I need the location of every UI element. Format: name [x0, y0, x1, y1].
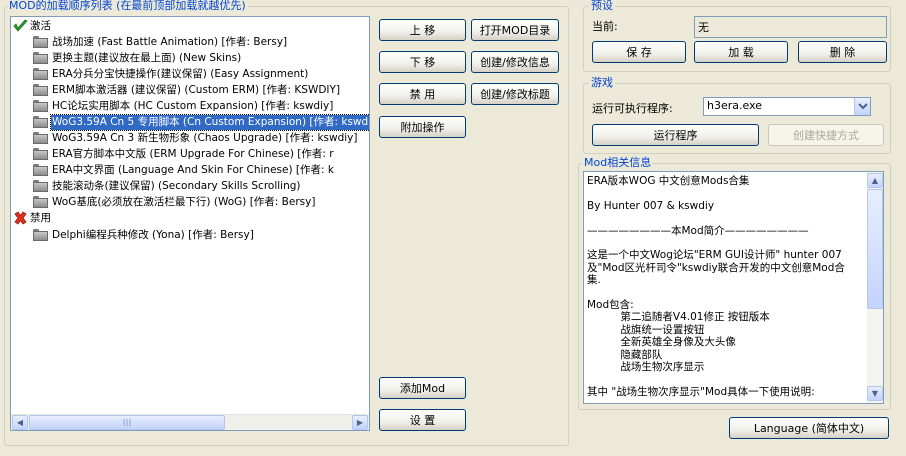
mod-info-line: 及"Mod区光杆司令"kswdiy联合开发的中文创意Mod合: [587, 261, 845, 274]
mod-item-label: ERA分兵分宝快捷操作(建议保留) (Easy Assignment): [52, 68, 309, 80]
mod-info-line: Mod包含:: [587, 299, 634, 311]
scroll-thumb[interactable]: [29, 415, 225, 430]
mod-info-line: [587, 187, 865, 199]
disable-button[interactable]: 禁 用: [379, 83, 466, 105]
mod-info-line: 战旗统一设置按钮: [587, 323, 705, 336]
language-button[interactable]: Language (简体中文): [729, 417, 889, 439]
mod-list-title: MOD的加载顺序列表 (在最前顶部加载就越优先): [7, 0, 248, 12]
create-shortcut-button: 创建快捷方式: [768, 124, 884, 146]
mod-info-title: Mod相关信息: [582, 156, 654, 169]
mod-item[interactable]: WoG基底(必须放在激活栏最下行) (WoG) [作者: Bersy]: [33, 195, 316, 210]
folder-icon: [33, 52, 48, 64]
tree-group-label: 禁用: [30, 212, 51, 224]
exe-label: 运行可执行程序:: [592, 102, 673, 115]
folder-icon: [33, 229, 48, 241]
folder-icon: [33, 36, 48, 48]
move-down-button[interactable]: 下 移: [379, 51, 466, 73]
mod-item[interactable]: WoG3.59A Cn 5 专用脚本 (Cn Custom Expansion)…: [33, 114, 369, 131]
game-title: 游戏: [589, 76, 615, 89]
horizontal-scrollbar[interactable]: ◀ ▶: [11, 414, 369, 430]
current-preset-field: 无: [694, 16, 887, 38]
exe-select[interactable]: h3era.exe: [703, 97, 871, 116]
folder-icon: [33, 132, 48, 144]
scroll-right-icon[interactable]: ▶: [352, 415, 368, 430]
settings-button[interactable]: 设 置: [379, 409, 466, 431]
mod-info-line: 第二追随者V4.01修正 按钮版本: [587, 311, 770, 324]
save-preset-button[interactable]: 保 存: [592, 41, 686, 63]
edit-info-button[interactable]: 创建/修改信息: [471, 51, 559, 73]
mod-item-label: 更换主题(建议放在最上面) (New Skins): [52, 52, 242, 64]
folder-icon: [33, 84, 48, 96]
mod-info-line: ————————本Mod简介————————: [587, 224, 809, 237]
mod-item[interactable]: Delphi编程兵种修改 (Yona) [作者: Bersy]: [33, 228, 255, 243]
mod-info-lines: ERA版本WOG 中文创意Mods合集 By Hunter 007 & kswdi…: [587, 175, 865, 398]
folder-icon: [33, 68, 48, 80]
mod-info-line: [587, 212, 865, 224]
mod-tree[interactable]: 激活 战场加速 (Fast Battle Animation) [作者: Ber…: [10, 16, 370, 431]
mod-item-label: ERM脚本激活器 (建议保留) (Custom ERM) [作者: KSWDIY…: [52, 84, 341, 96]
edit-title-button[interactable]: 创建/修改标题: [471, 83, 559, 105]
mod-item-label: 技能滚动条(建议保留) (Secondary Skills Scrolling): [52, 180, 301, 192]
mod-item-label: WoG3.59A Cn 5 专用脚本 (Cn Custom Expansion)…: [49, 114, 369, 131]
mod-item[interactable]: 战场加速 (Fast Battle Animation) [作者: Bersy]: [33, 35, 288, 50]
open-mod-dir-button[interactable]: 打开MOD目录: [471, 19, 559, 41]
mod-item[interactable]: HC论坛实用脚本 (HC Custom Expansion) [作者: kswd…: [33, 99, 334, 114]
mod-item-label: Delphi编程兵种修改 (Yona) [作者: Bersy]: [52, 229, 254, 241]
mod-info-line: [587, 373, 865, 385]
folder-icon: [33, 196, 48, 208]
mod-item[interactable]: ERA中文界面 (Language And Skin For Chinese) …: [33, 163, 335, 178]
mod-info-line: 其中 "战场生物次序显示"Mod具体一下使用说明:: [587, 385, 815, 398]
extra-ops-button[interactable]: 附加操作: [379, 116, 466, 138]
current-preset-label: 当前:: [592, 20, 618, 33]
folder-icon: [33, 148, 48, 160]
mod-info-line: 这是一个中文Wog论坛"ERM GUI设计师" hunter 007: [587, 249, 842, 262]
mod-info-line: By Hunter 007 & kswdiy: [587, 199, 715, 212]
mod-item-label: ERA中文界面 (Language And Skin For Chinese) …: [52, 164, 334, 176]
mod-item-label: WoG基底(必须放在激活栏最下行) (WoG) [作者: Bersy]: [52, 196, 316, 208]
mod-info-line: 全新英雄全身像及大头像: [587, 336, 736, 349]
preset-title: 预设: [589, 0, 615, 12]
exe-select-value: h3era.exe: [707, 99, 763, 112]
mod-info-text[interactable]: ERA版本WOG 中文创意Mods合集 By Hunter 007 & kswdi…: [583, 171, 884, 404]
scroll-up-icon[interactable]: ▲: [867, 173, 883, 188]
mod-item[interactable]: WoG3.59A Cn 3 新生物形象 (Chaos Upgrade) [作者:…: [33, 131, 358, 146]
scroll-thumb[interactable]: [867, 189, 883, 309]
mod-item-label: 战场加速 (Fast Battle Animation) [作者: Bersy]: [52, 36, 288, 48]
add-mod-button[interactable]: 添加Mod: [379, 377, 466, 399]
mod-info-line: 集.: [587, 274, 601, 287]
tree-group-disabled[interactable]: 禁用: [13, 211, 52, 226]
move-up-button[interactable]: 上 移: [379, 19, 466, 41]
mod-info-line: 隐藏部队: [587, 348, 663, 361]
vertical-scrollbar[interactable]: ▲ ▼: [867, 172, 883, 403]
mod-item-label: WoG3.59A Cn 3 新生物形象 (Chaos Upgrade) [作者:…: [52, 132, 358, 144]
chevron-down-icon[interactable]: [854, 98, 870, 115]
mod-item[interactable]: 更换主题(建议放在最上面) (New Skins): [33, 51, 242, 66]
scroll-left-icon[interactable]: ◀: [12, 415, 28, 430]
mod-info-line: [587, 237, 865, 249]
scroll-down-icon[interactable]: ▼: [867, 386, 883, 401]
tree-group-enabled[interactable]: 激活: [13, 19, 52, 34]
mod-item-label: HC论坛实用脚本 (HC Custom Expansion) [作者: kswd…: [52, 100, 334, 112]
mod-item[interactable]: ERM脚本激活器 (建议保留) (Custom ERM) [作者: KSWDIY…: [33, 83, 341, 98]
folder-icon: [33, 116, 48, 128]
cross-icon: [13, 211, 29, 230]
mod-info-line: 战场生物次序显示: [587, 361, 705, 374]
folder-icon: [33, 164, 48, 176]
load-preset-button[interactable]: 加 载: [694, 41, 788, 63]
folder-icon: [33, 180, 48, 192]
delete-preset-button[interactable]: 删 除: [798, 41, 887, 63]
run-program-button[interactable]: 运行程序: [592, 124, 759, 146]
folder-icon: [33, 100, 48, 112]
mod-item[interactable]: 技能滚动条(建议保留) (Secondary Skills Scrolling): [33, 179, 302, 194]
mod-info-line: [587, 287, 865, 299]
mod-item-label: ERA官方脚本中文版 (ERM Upgrade For Chinese) [作者…: [52, 148, 334, 160]
mod-item[interactable]: ERA分兵分宝快捷操作(建议保留) (Easy Assignment): [33, 67, 309, 82]
tree-group-label: 激活: [30, 20, 51, 32]
mod-info-line: ERA版本WOG 中文创意Mods合集: [587, 175, 750, 187]
check-icon: [13, 19, 29, 38]
mod-item[interactable]: ERA官方脚本中文版 (ERM Upgrade For Chinese) [作者…: [33, 147, 335, 162]
